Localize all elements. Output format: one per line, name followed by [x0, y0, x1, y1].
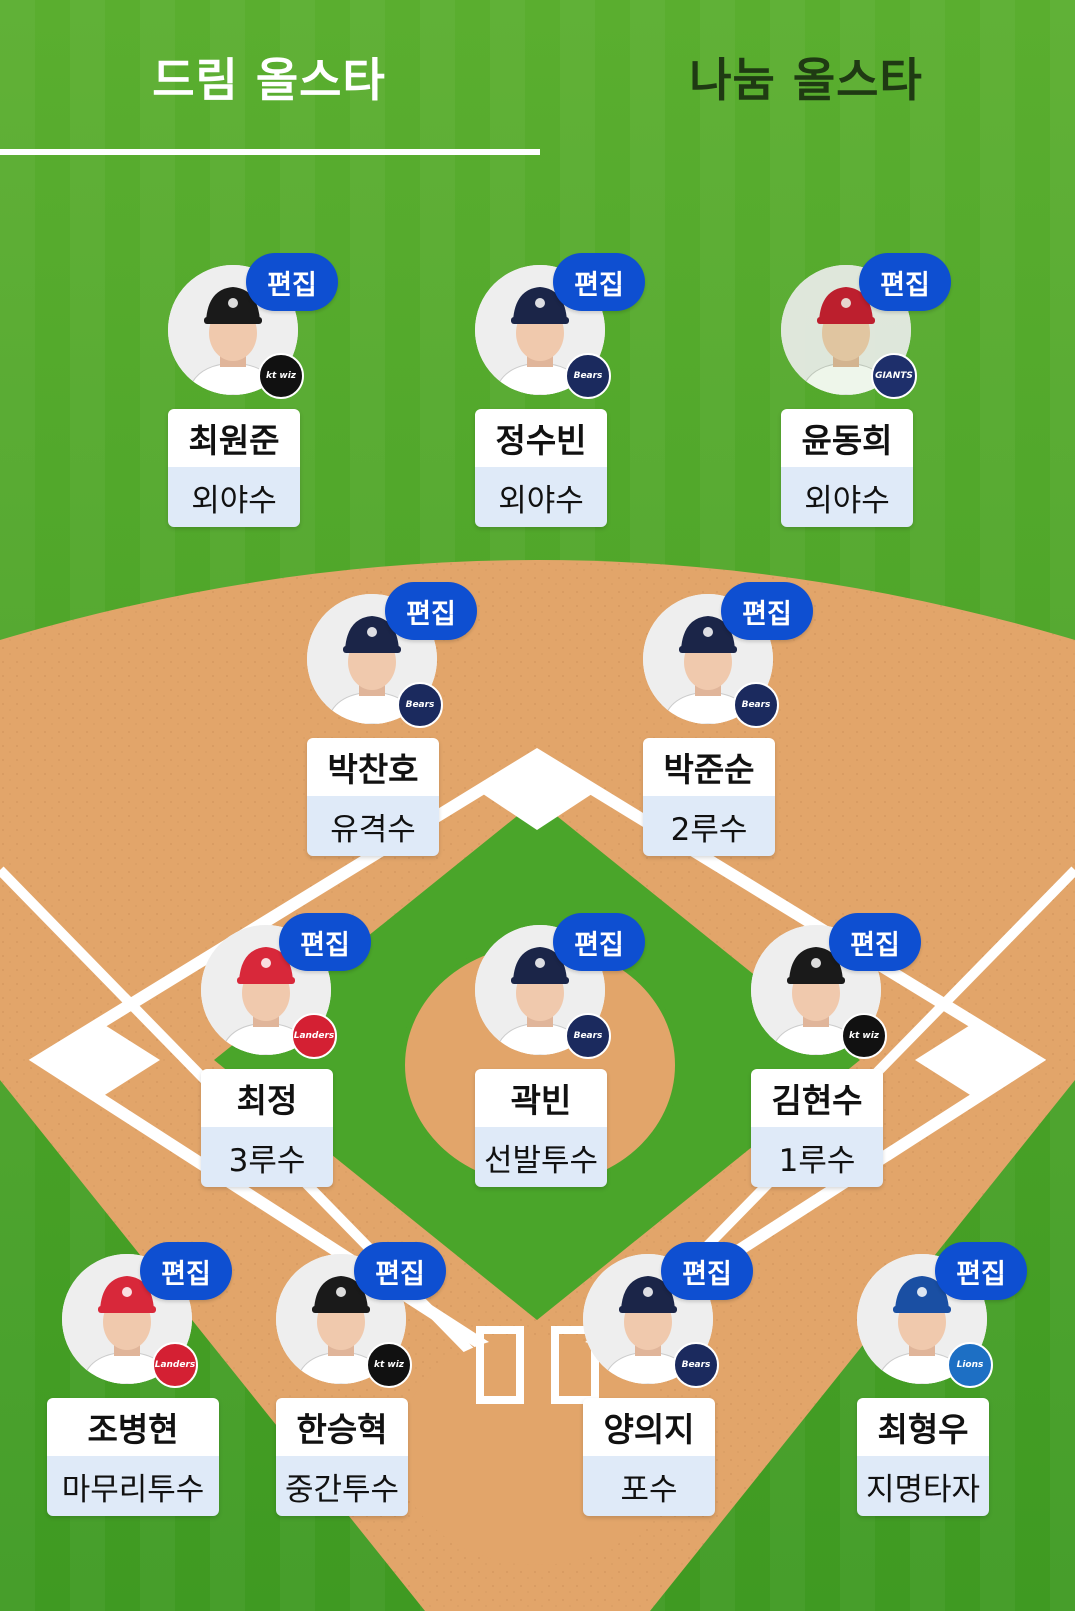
player-name: 정수빈 — [475, 409, 607, 467]
bears-logo-icon: Bears — [565, 353, 611, 399]
player-card[interactable]: 김현수 1루수 — [751, 1069, 883, 1187]
player-card[interactable]: 정수빈 외야수 — [475, 409, 607, 527]
player-card[interactable]: 최정 3루수 — [201, 1069, 333, 1187]
player-card[interactable]: 박찬호 유격수 — [307, 738, 439, 856]
edit-button[interactable]: 편집 — [553, 253, 645, 311]
edit-button[interactable]: 편집 — [385, 582, 477, 640]
edit-button[interactable]: 편집 — [935, 1242, 1027, 1300]
edit-button[interactable]: 편집 — [829, 913, 921, 971]
tab-dream-allstar[interactable]: 드림 올스타 — [0, 0, 538, 160]
player-card[interactable]: 윤동희 외야수 — [781, 409, 913, 527]
kt-wiz-logo-icon: kt wiz — [366, 1342, 412, 1388]
player-position: 2루수 — [643, 796, 775, 856]
player-card[interactable]: 곽빈 선발투수 — [475, 1069, 607, 1187]
giants-logo-icon: GIANTS — [871, 353, 917, 399]
player-position: 유격수 — [307, 796, 439, 856]
player-position: 포수 — [583, 1456, 715, 1516]
player-name: 양의지 — [583, 1398, 715, 1456]
player-name: 박준순 — [643, 738, 775, 796]
edit-button[interactable]: 편집 — [279, 913, 371, 971]
player-card[interactable]: 최원준 외야수 — [168, 409, 300, 527]
player-name: 최원준 — [168, 409, 300, 467]
player-card[interactable]: 양의지 포수 — [583, 1398, 715, 1516]
edit-button[interactable]: 편집 — [859, 253, 951, 311]
landers-logo-icon: Landers — [152, 1342, 198, 1388]
player-name: 한승혁 — [276, 1398, 408, 1456]
player-card[interactable]: 박준순 2루수 — [643, 738, 775, 856]
edit-button[interactable]: 편집 — [354, 1242, 446, 1300]
bears-logo-icon: Bears — [733, 682, 779, 728]
edit-button[interactable]: 편집 — [721, 582, 813, 640]
bears-logo-icon: Bears — [673, 1342, 719, 1388]
kt-wiz-logo-icon: kt wiz — [841, 1013, 887, 1059]
landers-logo-icon: Landers — [291, 1013, 337, 1059]
player-position: 마무리투수 — [47, 1456, 219, 1516]
edit-button[interactable]: 편집 — [140, 1242, 232, 1300]
player-position: 1루수 — [751, 1127, 883, 1187]
active-tab-indicator — [0, 149, 540, 155]
player-name: 최형우 — [857, 1398, 989, 1456]
lineup-screen: 드림 올스타 나눔 올스타 kt wiz 편집 최원준 외야수 Bears 편집… — [0, 0, 1075, 1611]
player-position: 외야수 — [168, 467, 300, 527]
player-name: 윤동희 — [781, 409, 913, 467]
player-name: 김현수 — [751, 1069, 883, 1127]
player-card[interactable]: 한승혁 중간투수 — [276, 1398, 408, 1516]
player-position: 외야수 — [475, 467, 607, 527]
bears-logo-icon: Bears — [565, 1013, 611, 1059]
edit-button[interactable]: 편집 — [661, 1242, 753, 1300]
edit-button[interactable]: 편집 — [246, 253, 338, 311]
lions-logo-icon: Lions — [947, 1342, 993, 1388]
player-card[interactable]: 최형우 지명타자 — [857, 1398, 989, 1516]
kt-wiz-logo-icon: kt wiz — [258, 353, 304, 399]
tab-nanum-allstar[interactable]: 나눔 올스타 — [537, 0, 1075, 160]
player-position: 외야수 — [781, 467, 913, 527]
player-name: 박찬호 — [307, 738, 439, 796]
team-tabs: 드림 올스타 나눔 올스타 — [0, 0, 1075, 160]
bears-logo-icon: Bears — [397, 682, 443, 728]
player-position: 3루수 — [201, 1127, 333, 1187]
player-card[interactable]: 조병현 마무리투수 — [47, 1398, 219, 1516]
player-position: 중간투수 — [276, 1456, 408, 1516]
player-name: 조병현 — [47, 1398, 219, 1456]
player-position: 선발투수 — [475, 1127, 607, 1187]
player-position: 지명타자 — [857, 1456, 989, 1516]
player-name: 최정 — [201, 1069, 333, 1127]
player-name: 곽빈 — [475, 1069, 607, 1127]
edit-button[interactable]: 편집 — [553, 913, 645, 971]
